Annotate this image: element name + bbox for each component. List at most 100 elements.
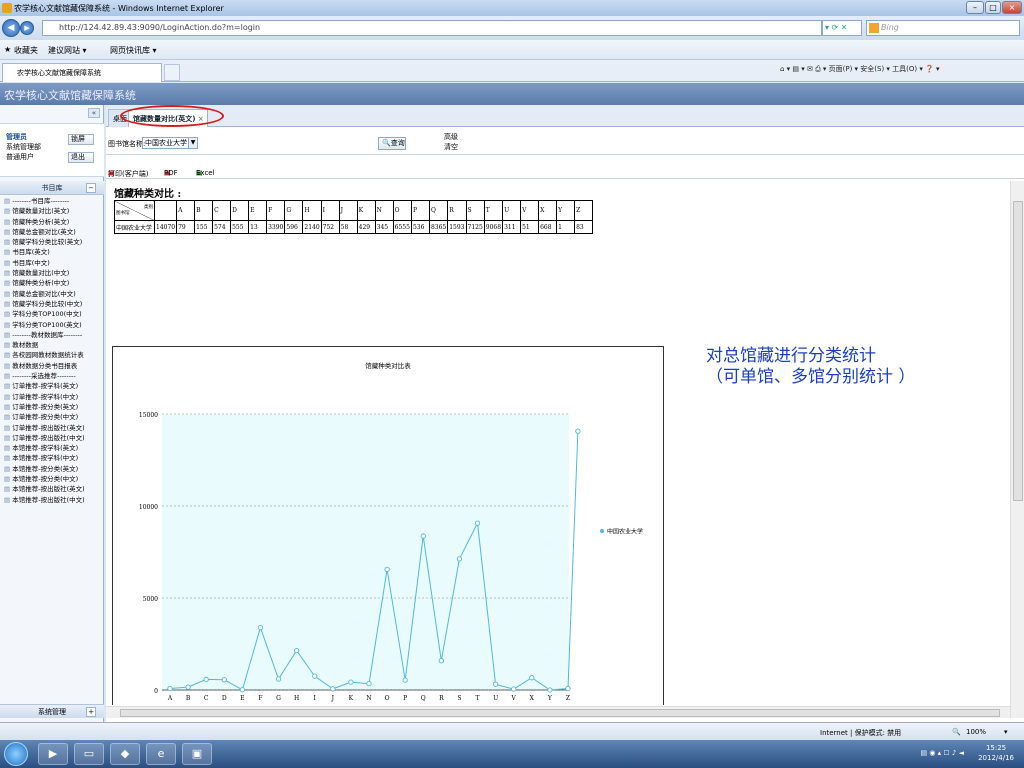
table-header-cell: F	[266, 200, 286, 221]
x-tick-label: H	[294, 695, 299, 702]
minimize-button[interactable]: –	[966, 1, 984, 14]
folder-icon[interactable]: ▭	[74, 743, 104, 765]
sidebar-item[interactable]: 各校园网教材数据统计表	[4, 350, 104, 360]
y-tick-label: 0	[154, 688, 158, 695]
start-button[interactable]	[4, 742, 28, 766]
sidebar-item[interactable]: 订单推荐-按学科(英文)	[4, 381, 104, 391]
table-cell: 2140	[302, 220, 322, 234]
sidebar-item[interactable]: 订单推荐-按出版社(英文)	[4, 423, 104, 433]
search-field[interactable]: Bing	[866, 20, 1020, 36]
new-tab-button[interactable]	[164, 64, 180, 81]
sidebar-item[interactable]: 本馆推荐-按出版社(英文)	[4, 484, 104, 494]
sidebar-item[interactable]: 教材数据	[4, 340, 104, 350]
clear-link[interactable]: 清空	[444, 142, 458, 152]
app-icon[interactable]: ◆	[110, 743, 140, 765]
forward-icon[interactable]: ▶	[20, 21, 34, 35]
x-tick-label: R	[439, 695, 444, 702]
close-button[interactable]: ×	[1002, 1, 1022, 14]
x-tick-label: Z	[566, 695, 570, 702]
collapse-sidebar-button[interactable]: «	[88, 108, 100, 118]
sidebar-item[interactable]: 订单推荐-按分类(中文)	[4, 412, 104, 422]
lock-screen-button[interactable]: 锁屏	[68, 134, 94, 145]
refresh-stop-icons[interactable]: ▾ ⟳ ✕	[822, 20, 862, 36]
sidebar-item[interactable]: 馆藏种类分析(英文)	[4, 217, 104, 227]
sidebar-item[interactable]: 本馆推荐-按分类(英文)	[4, 464, 104, 474]
table-cell: 536	[410, 220, 430, 234]
favorites-button[interactable]: 收藏夹	[14, 45, 38, 56]
sidebar-menu: --------书目库--------馆藏数量对比(英文)馆藏种类分析(英文)馆…	[4, 196, 104, 505]
sidebar-item[interactable]: 学科分类TOP100(中文)	[4, 309, 104, 319]
library-select[interactable]: 中国农业大学 ▼	[142, 137, 198, 149]
user-panel: 管理员 系统管理部 普通用户 锁屏 退出	[0, 123, 104, 177]
section-header-bibliography[interactable]: 书目库 −	[0, 181, 104, 195]
status-bar: Internet | 保护模式: 禁用 🔍 100% ▾	[0, 722, 1024, 740]
horizontal-scrollbar[interactable]	[106, 706, 1010, 718]
section-collapse-icon[interactable]: −	[86, 183, 96, 193]
suggested-sites-link[interactable]: 建议网站 ▾	[48, 45, 87, 56]
sidebar-item[interactable]: 馆藏总金额对比(英文)	[4, 227, 104, 237]
line-chart: 050001000015000馆藏种类对比表A B C D E F G H I J K N O P Q R S T…	[112, 346, 664, 705]
data-point	[384, 566, 390, 573]
clock[interactable]: 15:25 2012/4/16	[978, 743, 1014, 763]
table-cell: 155	[194, 220, 214, 234]
web-slice-gallery-link[interactable]: 网页快讯库 ▾	[110, 45, 157, 56]
advanced-link[interactable]: 高级	[444, 132, 458, 142]
url-field[interactable]: http://124.42.89.43:9090/LoginAction.do?…	[42, 20, 822, 36]
data-point	[257, 624, 264, 631]
maximize-button[interactable]: □	[985, 1, 1001, 14]
system-tray[interactable]: ▤ ◉ ▴ ☐ ♪ ◄	[921, 749, 965, 757]
sidebar-item[interactable]: 馆藏学科分类比较(中文)	[4, 299, 104, 309]
sidebar-item[interactable]: 本馆推荐-按分类(中文)	[4, 474, 104, 484]
section-header-system[interactable]: 系统管理 +	[0, 704, 104, 718]
sidebar-item[interactable]: 订单推荐-按学科(中文)	[4, 392, 104, 402]
logout-button[interactable]: 退出	[68, 152, 94, 163]
table-header-cell: J	[338, 200, 358, 221]
sidebar-item[interactable]: --------教材数据库--------	[4, 330, 104, 340]
command-bar[interactable]: ⌂ ▾ ▤ ▾ ✉ ⎙ ▾ 页面(P) ▾ 安全(S) ▾ 工具(O) ▾ ❓ …	[780, 64, 940, 74]
data-point	[529, 675, 535, 681]
table-row: 中国农业大学 14070 79 155 574 555 13 3390 596 2140 752 58…	[114, 220, 594, 234]
sidebar-item[interactable]: 学科分类TOP100(英文)	[4, 320, 104, 330]
sidebar-item[interactable]: 本馆推荐-按学科(中文)	[4, 453, 104, 463]
x-tick-label: K	[349, 695, 354, 702]
address-bar-row: ◀ ▶ http://124.42.89.43:9090/LoginAction…	[0, 16, 1024, 40]
sidebar-item[interactable]: 本馆推荐-按学科(英文)	[4, 443, 104, 453]
sidebar-item[interactable]: 馆藏学科分类比较(英文)	[4, 237, 104, 247]
sidebar-item[interactable]: 馆藏数量对比(中文)	[4, 268, 104, 278]
sidebar-item[interactable]: 书目库(中文)	[4, 258, 104, 268]
vertical-scrollbar[interactable]	[1010, 181, 1024, 718]
media-player-icon[interactable]: ▶	[38, 743, 68, 765]
sidebar-item[interactable]: 订单推荐-按出版社(中文)	[4, 433, 104, 443]
query-button[interactable]: 🔍查询	[378, 137, 406, 150]
table-cell: 555	[230, 220, 250, 234]
sidebar-item[interactable]: 馆藏种类分析(中文)	[4, 278, 104, 288]
table-header-cell: H	[302, 200, 322, 221]
sidebar-item[interactable]: 教材数据分类书目报表	[4, 361, 104, 371]
sidebar-item[interactable]: 馆藏总金额对比(中文)	[4, 289, 104, 299]
table-header-cell: X	[538, 200, 558, 221]
data-point	[203, 676, 209, 683]
table-header-cell: S	[465, 200, 485, 221]
data-point	[275, 676, 282, 682]
sidebar-item[interactable]: --------书目库--------	[4, 196, 104, 206]
zoom-dropdown-icon[interactable]: ▾	[1004, 728, 1008, 736]
sidebar-item[interactable]: 订单推荐-按分类(英文)	[4, 402, 104, 412]
table-cell: 596	[284, 220, 304, 234]
back-icon[interactable]: ◀	[2, 19, 20, 37]
browser-tab[interactable]: 农学核心文献馆藏保障系统	[2, 63, 162, 82]
window-title: 农学核心文献馆藏保障系统 - Windows Internet Explorer	[14, 4, 224, 13]
sidebar-item[interactable]: 馆藏数量对比(英文)	[4, 206, 104, 216]
y-tick-label: 10000	[139, 504, 158, 511]
sidebar: « 管理员 系统管理部 普通用户 锁屏 退出 书目库− --------书目库-…	[0, 105, 104, 722]
table-cell: 574	[212, 220, 232, 234]
sidebar-item[interactable]: 书目库(英文)	[4, 247, 104, 257]
sidebar-item[interactable]: --------采选推荐--------	[4, 371, 104, 381]
ie-taskbar-icon[interactable]: e	[146, 743, 176, 765]
powerpoint-icon[interactable]: ▣	[182, 743, 212, 765]
data-table: 类别 图书馆 ABCDEFGHIJKNOPQRSTUVXYZ 中国农业大学 1407…	[114, 200, 594, 234]
sidebar-item[interactable]: 本馆推荐-按出版社(中文)	[4, 495, 104, 505]
x-tick-label: U	[493, 695, 498, 702]
table-header-cell: E	[248, 200, 268, 221]
section-expand-icon[interactable]: +	[86, 707, 96, 717]
zoom-level[interactable]: 100%	[966, 728, 986, 736]
